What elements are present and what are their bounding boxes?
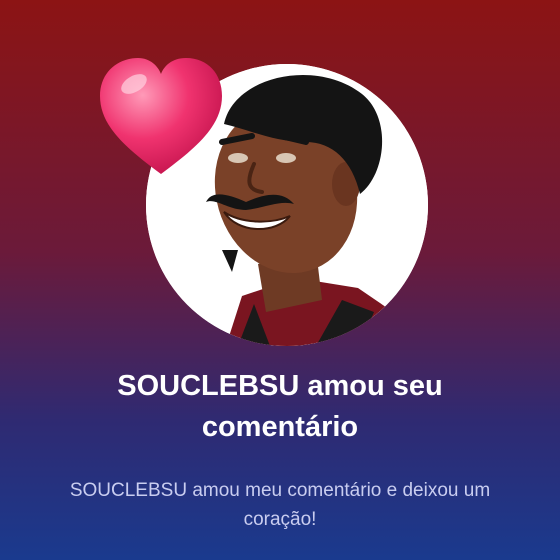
love-notification-card: SOUCLEBSU amou seu comentário SOUCLEBSU …: [0, 0, 560, 560]
heart-icon: [96, 52, 226, 180]
notification-title: SOUCLEBSU amou seu comentário: [117, 370, 443, 443]
notification-subtitle: SOUCLEBSU amou meu comentário e deixou u…: [69, 480, 491, 530]
